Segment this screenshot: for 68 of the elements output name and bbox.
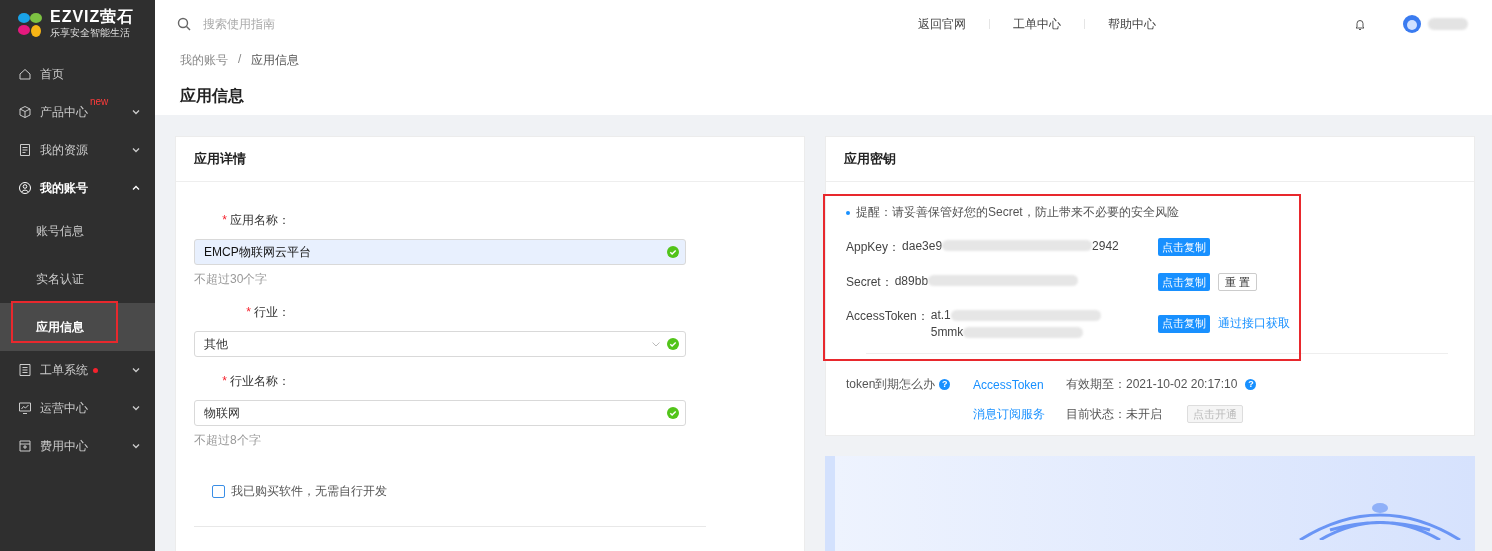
select-field[interactable]: 其他: [194, 331, 686, 357]
field-hint: 不超过30个字: [194, 271, 269, 288]
input-field[interactable]: EMCP物联网云平台: [194, 239, 686, 265]
key-value: 2942: [1092, 238, 1119, 253]
nav-link[interactable]: 工单中心: [990, 15, 1084, 33]
sidebar-label: 产品中心: [40, 103, 88, 121]
avatar-icon: [1402, 14, 1422, 34]
monitor-icon: [18, 401, 32, 415]
key-value: at.1: [930, 308, 951, 322]
nav-link[interactable]: 帮助中心: [1085, 15, 1179, 33]
field-label: 行业：: [254, 303, 290, 321]
reset-button[interactable]: 重 置: [1218, 273, 1258, 291]
sidebar-label: 工单系统: [40, 361, 88, 379]
redaction-blur: [1428, 18, 1468, 30]
breadcrumb-separator: /: [238, 52, 242, 68]
field-label: 应用名称：: [230, 211, 290, 229]
key-label: AccessToken：: [846, 308, 929, 325]
sidebar-label: 我的资源: [40, 141, 88, 159]
nav-link[interactable]: 返回官网: [895, 15, 989, 33]
input-field[interactable]: 物联网: [194, 400, 686, 426]
user-icon: [18, 181, 32, 195]
new-label: new: [90, 95, 109, 107]
required-mark: *: [246, 305, 251, 319]
search-icon: [177, 17, 191, 31]
sidebar-label: 费用中心: [40, 437, 88, 455]
sidebar-item[interactable]: 首页: [0, 55, 155, 93]
brand-name: EZVIZ萤石: [50, 8, 135, 26]
expiry-text: 有效期至：2021-10-02 20:17:10: [1066, 376, 1238, 393]
checkbox[interactable]: [212, 485, 225, 498]
house-icon: [18, 67, 32, 81]
key-label: Secret：: [846, 273, 893, 291]
card-title: 应用详情: [194, 150, 246, 168]
sidebar-item[interactable]: 我的资源: [0, 131, 155, 169]
list-icon: [18, 363, 32, 377]
sidebar-subitem[interactable]: 应用信息: [0, 303, 155, 351]
key-label: AppKey：: [846, 238, 901, 256]
key-value: 5mmk: [930, 325, 964, 339]
notice-text: 提醒：请妥善保管好您的Secret，防止带来不必要的安全风险: [856, 204, 1179, 221]
sidebar-label: 运营中心: [40, 399, 88, 417]
sidebar-subitem[interactable]: 实名认证: [0, 255, 155, 303]
bell-icon: [1354, 17, 1366, 31]
card-title: 应用密钥: [844, 150, 896, 168]
checkbox-label[interactable]: 我已购买软件，无需自行开发: [231, 483, 387, 500]
document-icon: [18, 143, 32, 157]
sidebar-label: 首页: [40, 65, 64, 83]
required-mark: *: [222, 213, 227, 227]
sidebar-label: 我的账号: [40, 179, 88, 197]
required-mark: *: [222, 374, 227, 388]
bullet-dot: [846, 210, 850, 215]
status-text: 目前状态：未开启: [1066, 405, 1162, 423]
sidebar-item[interactable]: 我的账号: [0, 169, 155, 207]
key-value: d89bb: [894, 273, 929, 288]
chevron-icon: [651, 339, 661, 349]
key-value: dae3e9: [902, 238, 943, 253]
sidebar-item[interactable]: 运营中心: [0, 389, 155, 427]
sidebar-item[interactable]: 工单系统: [0, 351, 155, 389]
sidebar-item[interactable]: 费用中心: [0, 427, 155, 465]
breadcrumb-item: 应用信息: [251, 52, 300, 69]
field-hint: 不超过8个字: [194, 432, 262, 449]
sidebar-subitem[interactable]: 账号信息: [0, 207, 155, 255]
box-icon: [18, 439, 32, 453]
brand-slogan: 乐享安全智能生活: [50, 26, 131, 40]
help-text: token到期怎么办: [846, 376, 936, 393]
cube-icon: [18, 105, 32, 119]
breadcrumb-item[interactable]: 我的账号: [180, 52, 228, 69]
field-label: 行业名称：: [230, 372, 290, 390]
page-title: 应用信息: [180, 86, 245, 106]
sidebar-item[interactable]: 产品中心 new: [0, 93, 155, 131]
